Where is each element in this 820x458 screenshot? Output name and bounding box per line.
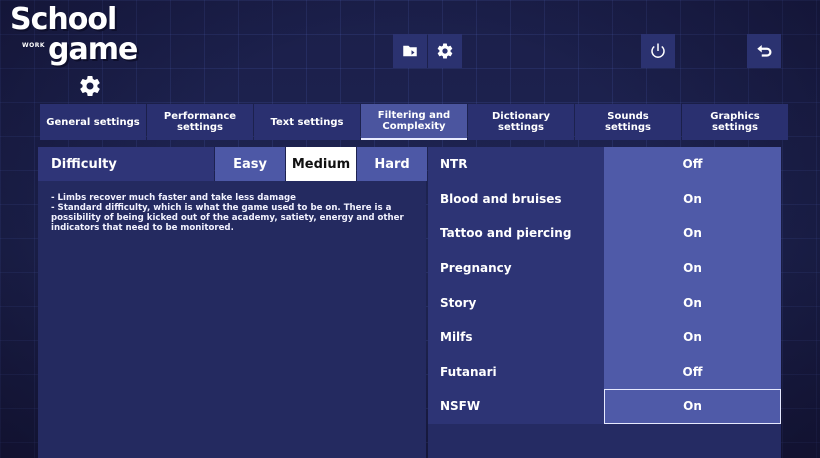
difficulty-medium-button[interactable]: Medium	[286, 147, 356, 181]
option-label: NSFW	[428, 389, 604, 424]
option-row-nsfw: NSFW On	[428, 389, 781, 424]
option-toggle-pregnancy[interactable]: On	[604, 250, 781, 286]
option-toggle-ntr[interactable]: Off	[604, 147, 781, 182]
back-arrow-icon[interactable]	[747, 34, 781, 68]
option-label: Pregnancy	[428, 250, 604, 286]
option-row-futanari: Futanari Off	[428, 354, 781, 390]
option-label: Milfs	[428, 319, 604, 355]
option-row-story: Story On	[428, 285, 781, 320]
option-label: Story	[428, 285, 604, 320]
option-label: Futanari	[428, 354, 604, 390]
tab-sounds-settings[interactable]: Sounds settings	[575, 104, 681, 140]
power-icon[interactable]	[641, 34, 675, 68]
option-row-tattoo-and-piercing: Tattoo and piercing On	[428, 216, 781, 251]
tab-graphics-settings[interactable]: Graphics settings	[682, 104, 788, 140]
option-toggle-blood-and-bruises[interactable]: On	[604, 181, 781, 217]
option-toggle-milfs[interactable]: On	[604, 319, 781, 355]
option-toggle-tattoo-and-piercing[interactable]: On	[604, 216, 781, 251]
difficulty-hard-button[interactable]: Hard	[357, 147, 427, 181]
option-toggle-futanari[interactable]: Off	[604, 354, 781, 390]
option-row-blood-and-bruises: Blood and bruises On	[428, 181, 781, 217]
difficulty-description: - Limbs recover much faster and take les…	[51, 193, 404, 233]
tab-dictionary-settings[interactable]: Dictionary settings	[468, 104, 574, 140]
settings-tabs: General settings Performance settings Te…	[40, 104, 789, 140]
game-logo: School WORK game	[8, 2, 138, 68]
option-label: Tattoo and piercing	[428, 216, 604, 251]
logo-sub: WORK	[22, 42, 45, 49]
folder-icon[interactable]	[393, 34, 427, 68]
gear-icon[interactable]	[77, 73, 103, 99]
option-toggle-nsfw[interactable]: On	[604, 389, 781, 424]
difficulty-label: Difficulty	[38, 147, 214, 181]
option-label: NTR	[428, 147, 604, 182]
logo-line2: game	[48, 32, 138, 67]
tab-text-settings[interactable]: Text settings	[254, 104, 360, 140]
option-row-milfs: Milfs On	[428, 319, 781, 355]
tab-filtering-and-complexity[interactable]: Filtering and Complexity	[361, 104, 467, 140]
settings-gear-icon[interactable]	[428, 34, 462, 68]
option-row-ntr: NTR Off	[428, 147, 781, 182]
options-panel-footer	[428, 424, 781, 458]
tab-performance-settings[interactable]: Performance settings	[147, 104, 253, 140]
option-row-pregnancy: Pregnancy On	[428, 250, 781, 286]
difficulty-description-panel: - Limbs recover much faster and take les…	[38, 181, 426, 458]
tab-general-settings[interactable]: General settings	[40, 104, 146, 140]
difficulty-easy-button[interactable]: Easy	[215, 147, 285, 181]
option-toggle-story[interactable]: On	[604, 285, 781, 320]
filter-options-list: NTR Off Blood and bruises On Tattoo and …	[428, 147, 781, 424]
option-label: Blood and bruises	[428, 181, 604, 217]
difficulty-selector: Difficulty Easy Medium Hard	[38, 147, 427, 181]
